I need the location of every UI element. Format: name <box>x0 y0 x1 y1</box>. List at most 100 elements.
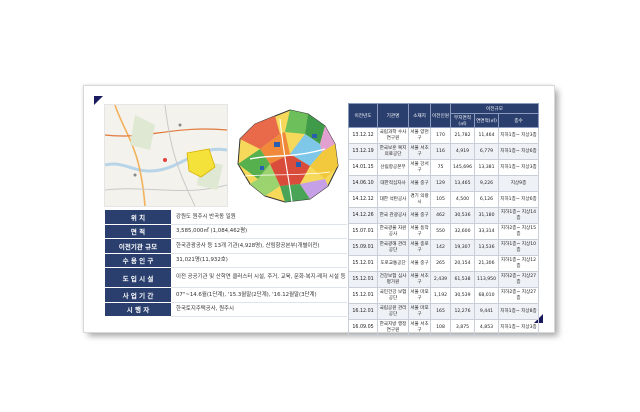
table-row: 15.12.01 건강보험 심사평가원 서울 서초구 2,439 61,538 113,9… <box>348 271 539 288</box>
cell-agency: 산림항공본부 <box>377 159 409 176</box>
cell-site-area: 4,919 <box>450 143 475 160</box>
cell-date: 14.01.15 <box>348 159 378 176</box>
header-scale: 이전규모 <box>450 103 539 114</box>
cell-staff: 170 <box>430 127 451 144</box>
header-location: 소재지 <box>408 103 431 128</box>
cell-agency: 한국광해 관리공단 <box>377 239 409 256</box>
info-key: 사 업 기 간 <box>105 287 171 303</box>
cell-date: 15.12.01 <box>348 287 378 304</box>
table-row: 13.12.19 한국보훈 복지의료공단 서울 서초구 116 4,919 6,779 지하… <box>348 143 539 160</box>
project-overview-table: 위 치 강원도 원주시 반곡동 일원 면 적 3,585,000㎡ (1,084,46… <box>105 210 347 317</box>
cell-agency: 한국 관광공사 <box>377 207 409 224</box>
cell-date: 14.06.10 <box>348 175 378 192</box>
cell-agency: 국립과학 수사연구원 <box>377 127 409 144</box>
cell-agency: 국민건강 보험공단 <box>377 287 409 304</box>
cell-floor-area: 21,306 <box>474 255 499 272</box>
cell-floors: 지하2층~ 지상27층 <box>498 271 539 288</box>
cell-floors: 지하1층~ 지상3층 <box>498 159 539 176</box>
cell-floor-area: 68,010 <box>474 287 499 304</box>
table-row: 14.12.12 대한 석탄공사 경기 의왕시 105 4,500 6,126 지하1층~ … <box>348 191 539 208</box>
cell-floors: 지하1층~ 지상6층 <box>498 143 539 160</box>
header-floor-area: 연면적(㎡) <box>474 113 499 128</box>
cell-agency: 국립공원 관리공단 <box>377 303 409 320</box>
cell-site-area: 145,696 <box>450 159 475 176</box>
cell-staff: 165 <box>430 303 451 320</box>
cell-floor-area: 13,536 <box>474 239 499 256</box>
table-row: 15.07.01 한국광물 자원공사 서울 동작구 550 32,600 33,314 지하… <box>348 223 539 240</box>
cell-date: 15.12.01 <box>348 271 378 288</box>
cell-date: 16.09.05 <box>348 319 378 336</box>
table-row: 14.12.26 한국 관광공사 서울 중구 462 30,536 31,180 지하1층~… <box>348 207 539 224</box>
land-use-plan-map <box>230 104 345 205</box>
cell-location: 서울 종로구 <box>408 239 431 256</box>
cell-location: 경기 의왕시 <box>408 191 431 208</box>
cell-floors: 지하2층~ 지상15층 <box>498 223 539 240</box>
cell-staff: 142 <box>430 239 451 256</box>
cell-floor-area: 9,226 <box>474 175 499 192</box>
info-value: 31,021명(11,932호) <box>171 253 347 268</box>
table-row: 15.12.01 국민건강 보험공단 서울 마포구 1,192 30,539 68,010… <box>348 287 539 304</box>
cell-site-area: 19,307 <box>450 239 475 256</box>
info-key: 면 적 <box>105 224 171 239</box>
info-row: 수 용 인 구 31,021명(11,932호) <box>105 253 347 268</box>
cell-staff: 1,192 <box>430 287 451 304</box>
cell-location: 서울 마포구 <box>408 287 431 304</box>
table-row: 16.12.01 국립공원 관리공단 서울 마포구 165 12,276 9,441 지하1… <box>348 303 539 320</box>
cell-location: 서울 서초구 <box>408 143 431 160</box>
table-row: 14.06.10 대한적십자사 서울 중구 129 13,465 9,226 지상9층 <box>348 175 539 192</box>
cell-staff: 550 <box>430 223 451 240</box>
cell-staff: 462 <box>430 207 451 224</box>
cell-location: 서울 중구 <box>408 255 431 272</box>
cell-staff: 108 <box>430 319 451 336</box>
cell-site-area: 4,500 <box>450 191 475 208</box>
info-value: 강원도 원주시 반곡동 일원 <box>171 210 347 225</box>
info-value: 07"~14.6월(1단계), '15.3월말(2단계), '16.12월말(3… <box>171 287 347 303</box>
cell-location: 서울 서초구 <box>408 271 431 288</box>
cell-site-area: 30,539 <box>450 287 475 304</box>
cell-floors: 지하1층~ 지상3층 <box>498 319 539 336</box>
land-use-plan-graphic <box>237 109 339 203</box>
cell-site-area: 13,465 <box>450 175 475 192</box>
cell-agency: 한국보훈 복지의료공단 <box>377 143 409 160</box>
info-row: 사 업 기 간 07"~14.6월(1단계), '15.3월말(2단계), '16… <box>105 287 347 303</box>
cell-location: 서울 양천구 <box>408 127 431 144</box>
info-key: 이전기관 규모 <box>105 238 171 254</box>
cell-floor-area: 113,950 <box>474 271 499 288</box>
cell-floors: 지하1층~ 지상8층 <box>498 303 539 320</box>
cell-site-area: 12,276 <box>450 303 475 320</box>
header-date: 이전년도 <box>348 103 378 128</box>
info-value: 한국토지주택공사, 원주시 <box>171 302 347 317</box>
cell-location: 서울 강서구 <box>408 159 431 176</box>
cell-floor-area: 6,126 <box>474 191 499 208</box>
location-map-graphic <box>105 105 227 206</box>
info-row: 도 입 시 설 이전 공공기관 및 산학연 클러스터 시설, 주거, 교육, 문화… <box>105 267 347 288</box>
table-row: 13.12.12 국립과학 수사연구원 서울 양천구 170 21,782 11,464 지… <box>348 127 539 144</box>
cell-agency: 대한 석탄공사 <box>377 191 409 208</box>
table-row: 15.09.01 한국광해 관리공단 서울 종로구 142 19,307 13,536 지하… <box>348 239 539 256</box>
table-row: 15.12.01 도로교통공단 서울 중구 265 20,154 21,306 지하1층~ … <box>348 255 539 272</box>
cell-date: 15.12.01 <box>348 255 378 272</box>
cell-date: 15.07.01 <box>348 223 378 240</box>
cell-agency: 한국광물 자원공사 <box>377 223 409 240</box>
cell-floors: 지하1층~ 지상12층 <box>498 255 539 272</box>
info-key: 시 행 자 <box>105 302 171 317</box>
cell-agency: 도로교통공단 <box>377 255 409 272</box>
header-staff: 이전인원 <box>430 103 451 128</box>
header-site-area: 부지면적(㎡) <box>450 113 475 128</box>
cell-staff: 129 <box>430 175 451 192</box>
cell-staff: 116 <box>430 143 451 160</box>
cell-floors: 지하1층~ 지상3층 <box>498 127 539 144</box>
info-row: 시 행 자 한국토지주택공사, 원주시 <box>105 302 347 317</box>
cell-floors: 지하1층~ 지상14층 <box>498 207 539 224</box>
cell-date: 16.12.01 <box>348 303 378 320</box>
cell-floors: 지하1층~ 지상6층 <box>498 191 539 208</box>
cell-floor-area: 6,779 <box>474 143 499 160</box>
info-key: 위 치 <box>105 210 171 225</box>
cell-floor-area: 4,853 <box>474 319 499 336</box>
info-row: 이전기관 규모 한국관광공사 등 13개 기관(4,928명), 산림항공본부(개… <box>105 238 347 254</box>
cell-staff: 2,439 <box>430 271 451 288</box>
info-row: 위 치 강원도 원주시 반곡동 일원 <box>105 210 347 225</box>
cell-floor-area: 31,180 <box>474 207 499 224</box>
cell-staff: 265 <box>430 255 451 272</box>
corner-accent-top-left <box>94 96 103 105</box>
